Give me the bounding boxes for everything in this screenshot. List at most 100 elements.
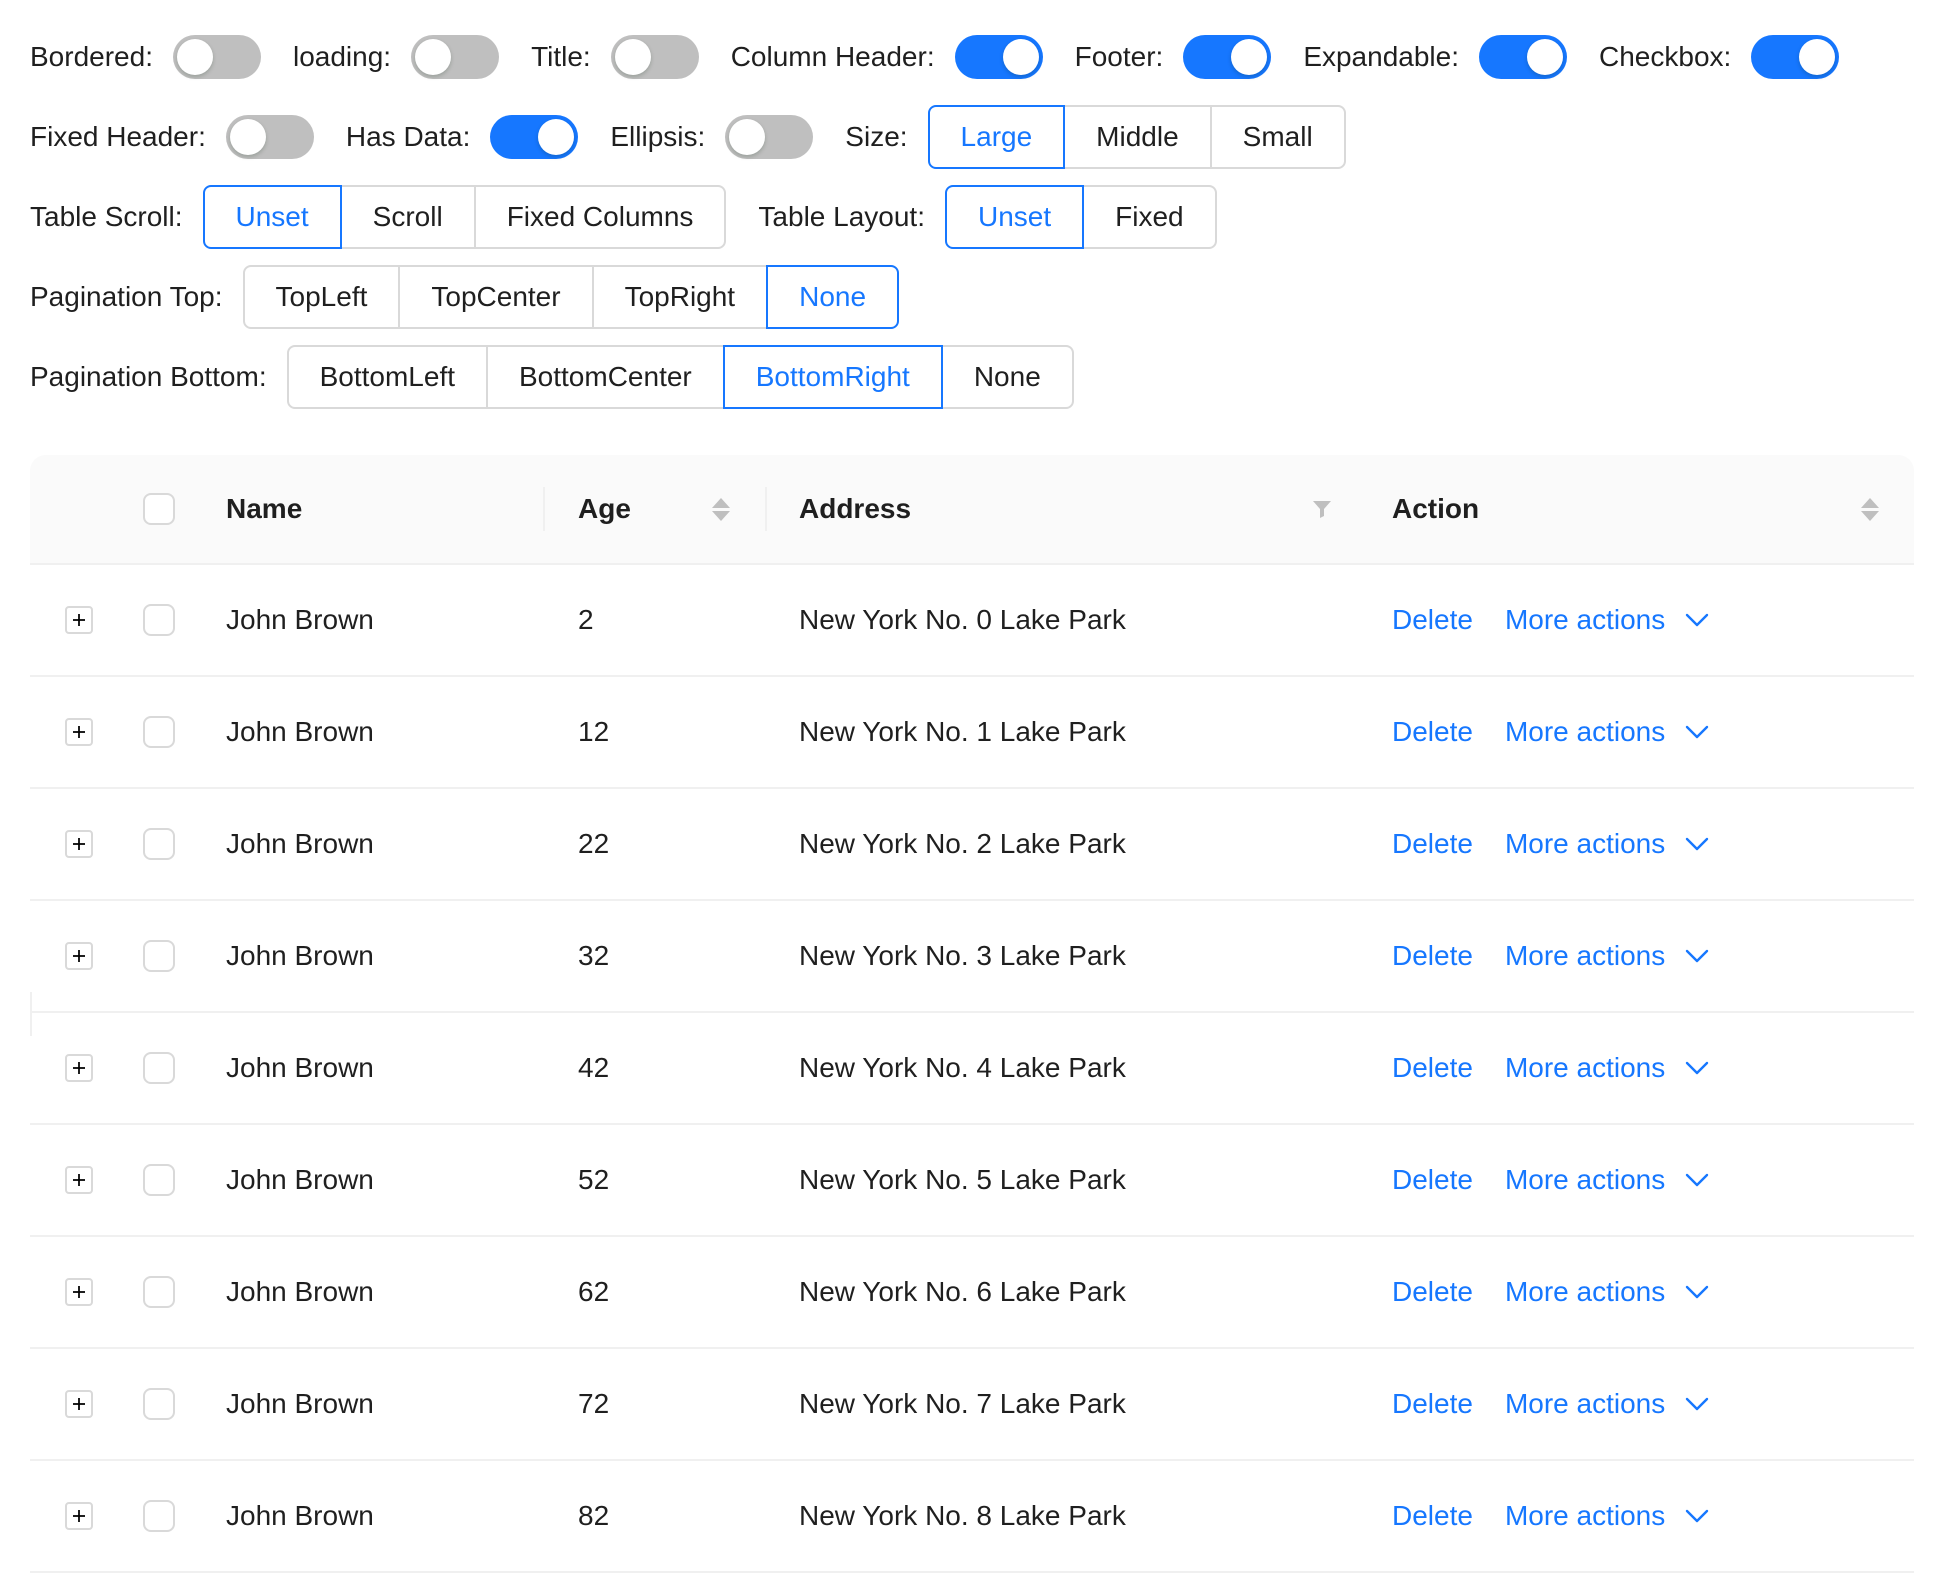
age-text: 42 <box>578 1052 610 1083</box>
table-row: John Brown 32 New York No. 3 Lake Park D… <box>30 901 1914 1013</box>
select-cell <box>128 716 226 748</box>
select-cell <box>128 1276 226 1308</box>
pagination-top-option-topright[interactable]: TopRight <box>591 265 769 329</box>
delete-link[interactable]: Delete <box>1392 1052 1473 1084</box>
row-checkbox[interactable] <box>143 1164 175 1196</box>
table-scroll-option-scroll[interactable]: Scroll <box>339 185 476 249</box>
has-data-switch[interactable] <box>490 115 579 159</box>
fixed-header-switch[interactable] <box>225 115 314 159</box>
expand-row-icon[interactable] <box>65 1054 93 1082</box>
table-layout-option-fixed[interactable]: Fixed <box>1082 185 1217 249</box>
age-cell: 62 <box>543 1276 765 1308</box>
size-option-large[interactable]: Large <box>927 105 1066 169</box>
select-all-checkbox[interactable] <box>143 493 175 525</box>
chevron-down-icon <box>1686 1397 1709 1411</box>
table-scroll-option-unset[interactable]: Unset <box>202 185 342 249</box>
switch-knob <box>1527 39 1563 75</box>
address-text: New York No. 1 Lake Park <box>799 716 1126 747</box>
more-actions-dropdown[interactable]: More actions <box>1505 1276 1709 1308</box>
select-cell <box>128 1500 226 1532</box>
name-cell: John Brown <box>226 1500 543 1532</box>
action-column-header[interactable]: Action <box>30 493 1914 1036</box>
more-actions-dropdown[interactable]: More actions <box>1505 716 1709 748</box>
size-option-middle[interactable]: Middle <box>1063 105 1212 169</box>
switch-knob <box>1002 39 1039 75</box>
more-actions-dropdown[interactable]: More actions <box>1505 828 1709 860</box>
ellipsis-switch[interactable] <box>725 115 814 159</box>
row-checkbox[interactable] <box>143 1500 175 1532</box>
row-checkbox[interactable] <box>143 1388 175 1420</box>
expand-row-icon[interactable] <box>65 718 93 746</box>
settings-row-2: Fixed Header: Has Data: Ellipsis: Size: … <box>30 105 1910 169</box>
age-column-header[interactable]: Age <box>543 487 765 531</box>
pagination-top-option-none[interactable]: None <box>766 265 900 329</box>
bordered-label: Bordered: <box>30 41 153 72</box>
more-actions-dropdown[interactable]: More actions <box>1505 604 1709 636</box>
expand-row-icon[interactable] <box>65 830 93 858</box>
table-layout-option-unset[interactable]: Unset <box>945 185 1085 249</box>
table-scroll-option-fixed-columns[interactable]: Fixed Columns <box>473 185 727 249</box>
row-checkbox[interactable] <box>143 1052 175 1084</box>
delete-link[interactable]: Delete <box>1392 1276 1473 1308</box>
age-sort-icon[interactable] <box>712 497 730 521</box>
loading-switch[interactable] <box>411 35 500 79</box>
switch-knob <box>415 39 452 75</box>
expandable-switch[interactable] <box>1479 35 1567 79</box>
select-cell <box>128 1052 226 1084</box>
delete-link[interactable]: Delete <box>1392 828 1473 860</box>
column-header-switch[interactable] <box>954 35 1043 79</box>
expand-row-icon[interactable] <box>65 942 93 970</box>
footer-switch[interactable] <box>1183 35 1272 79</box>
more-actions-dropdown[interactable]: More actions <box>1505 1388 1709 1420</box>
pagination-bottom-option-bottomleft[interactable]: BottomLeft <box>286 345 488 409</box>
pagination-bottom-option-bottomright[interactable]: BottomRight <box>722 345 943 409</box>
name-column-title: Name <box>226 493 303 524</box>
more-actions-dropdown[interactable]: More actions <box>1505 1052 1709 1084</box>
age-text: 82 <box>578 1500 610 1531</box>
more-actions-dropdown[interactable]: More actions <box>1505 1500 1709 1532</box>
action-sort-icon[interactable] <box>1861 497 1879 521</box>
checkbox-switch[interactable] <box>1751 35 1840 79</box>
delete-link[interactable]: Delete <box>1392 940 1473 972</box>
delete-link[interactable]: Delete <box>1392 1164 1473 1196</box>
row-checkbox[interactable] <box>143 940 175 972</box>
row-checkbox[interactable] <box>143 828 175 860</box>
chevron-down-icon <box>1686 837 1709 851</box>
pagination-top-option-topleft[interactable]: TopLeft <box>242 265 401 329</box>
expand-cell <box>30 830 128 858</box>
column-divider <box>765 487 767 531</box>
bordered-switch[interactable] <box>172 35 261 79</box>
age-cell: 32 <box>543 940 765 972</box>
more-actions-dropdown[interactable]: More actions <box>1505 940 1709 972</box>
expand-row-icon[interactable] <box>65 1166 93 1194</box>
size-radio-group: Large Middle Small <box>927 105 1346 169</box>
pagination-bottom-option-none[interactable]: None <box>940 345 1074 409</box>
expand-cell <box>30 1166 128 1194</box>
more-actions-dropdown[interactable]: More actions <box>1505 1164 1709 1196</box>
filter-icon[interactable] <box>1311 498 1333 520</box>
expand-row-icon[interactable] <box>65 1502 93 1530</box>
address-text: New York No. 5 Lake Park <box>799 1164 1126 1195</box>
table-row: John Brown 82 New York No. 8 Lake Park D… <box>30 1461 1914 1573</box>
chevron-down-icon <box>1686 1061 1709 1075</box>
row-checkbox[interactable] <box>143 1276 175 1308</box>
expand-row-icon[interactable] <box>65 606 93 634</box>
expand-row-icon[interactable] <box>65 1278 93 1306</box>
delete-link[interactable]: Delete <box>1392 1388 1473 1420</box>
address-cell: New York No. 3 Lake Park <box>765 940 1358 972</box>
pagination-top-option-topcenter[interactable]: TopCenter <box>398 265 594 329</box>
expand-row-icon[interactable] <box>65 1390 93 1418</box>
row-checkbox[interactable] <box>143 716 175 748</box>
age-text: 22 <box>578 828 610 859</box>
delete-link[interactable]: Delete <box>1392 716 1473 748</box>
title-switch[interactable] <box>610 35 699 79</box>
delete-link[interactable]: Delete <box>1392 1500 1473 1532</box>
pagination-bottom-option-bottomcenter[interactable]: BottomCenter <box>486 345 725 409</box>
pagination-top-field: Pagination Top: TopLeft TopCenter TopRight… <box>30 265 900 329</box>
more-actions-label: More actions <box>1504 716 1666 747</box>
table-row: John Brown 2 New York No. 0 Lake Park De… <box>30 565 1914 677</box>
size-option-small[interactable]: Small <box>1209 105 1346 169</box>
delete-link[interactable]: Delete <box>1392 604 1473 636</box>
action-cell: Delete More actions <box>1358 1388 1914 1420</box>
row-checkbox[interactable] <box>143 604 175 636</box>
